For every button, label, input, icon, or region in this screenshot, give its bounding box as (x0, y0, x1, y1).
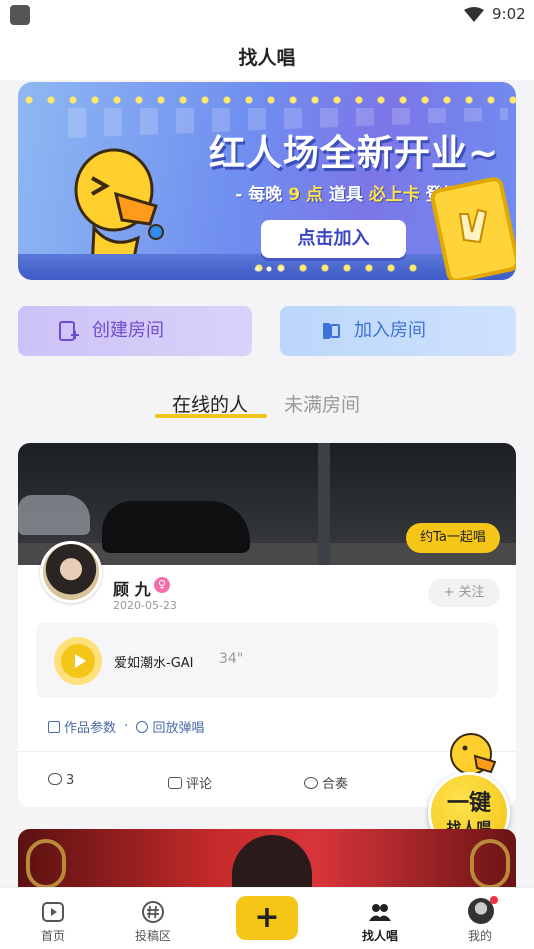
play-button[interactable] (54, 637, 102, 685)
play-icon (42, 902, 64, 922)
comment-button[interactable]: 评论 (168, 773, 212, 792)
song-duration: 34" (219, 651, 244, 667)
nav-submissions-label: 投稿区 (134, 929, 171, 943)
banner-lights (18, 92, 516, 108)
nav-profile[interactable]: 我的 (440, 888, 520, 949)
quick-find-line1: 一键 (446, 791, 491, 816)
status-time: 9:02 (492, 5, 526, 23)
song-title: 爱如潮水-GAI (114, 656, 194, 671)
bottom-nav: 首页 投稿区 + 找人唱 我的 (0, 887, 534, 949)
notification-dot (490, 896, 498, 904)
piano-icon (48, 720, 60, 733)
user-name: 顾 九 (113, 580, 151, 599)
app-notification-icon (10, 5, 30, 25)
meta-row: 作品参数 · 回放弹唱 (48, 717, 204, 736)
banner-subtitle-time: 9 点 (288, 185, 323, 205)
card-cover-photo (232, 835, 312, 889)
play-icon (75, 654, 86, 668)
join-room-label: 加入房间 (354, 320, 426, 341)
tab-active-indicator (155, 414, 267, 418)
header: 找人唱 (0, 30, 534, 80)
user-card[interactable]: 约Ta一起唱 顾 九 ♀ 2020-05-23 + 关注 爱如潮水-GAI 34… (18, 443, 516, 807)
like-count: 3 (66, 773, 75, 788)
plus-icon: + (254, 900, 280, 935)
post-date: 2020-05-23 (113, 599, 177, 612)
banner-subtitle-highlight: 必上卡 (368, 185, 420, 205)
page-title: 找人唱 (238, 47, 296, 69)
comment-icon (168, 777, 182, 789)
create-room-label: 创建房间 (92, 320, 164, 341)
create-room-button[interactable]: 创建房间 (18, 306, 252, 356)
join-room-icon (323, 323, 340, 339)
duck-mascot-icon (450, 733, 497, 775)
like-icon (48, 773, 62, 785)
duet-label: 合奏 (322, 777, 349, 792)
like-button[interactable]: 3 (48, 773, 74, 788)
join-room-button[interactable]: 加入房间 (280, 306, 516, 356)
nav-submissions[interactable]: 投稿区 (113, 888, 193, 949)
replay-icon (136, 720, 149, 733)
tab-bar: 在线的人 未满房间 (0, 384, 534, 424)
banner-subtitle-part: 道具 (322, 185, 369, 205)
replay-link[interactable]: 回放弹唱 (152, 717, 204, 736)
hashtag-icon (142, 901, 164, 923)
nav-find-singer-label: 找人唱 (361, 929, 398, 943)
work-params-link[interactable]: 作品参数 (64, 717, 116, 736)
nav-profile-label: 我的 (467, 929, 492, 943)
tab-open-rooms[interactable]: 未满房间 (284, 390, 360, 417)
nav-home-label: 首页 (40, 929, 65, 943)
duet-button[interactable]: 合奏 (304, 773, 348, 792)
banner-headline: 红人场全新开业~ (208, 133, 500, 174)
tab-online-people[interactable]: 在线的人 (172, 390, 248, 417)
people-icon (369, 904, 391, 921)
comment-label: 评论 (186, 777, 213, 792)
duet-icon (304, 777, 318, 789)
follow-button[interactable]: + 关注 (428, 579, 500, 607)
banner-join-button[interactable]: 点击加入 (261, 220, 406, 258)
nav-home[interactable]: 首页 (13, 888, 93, 949)
song-item[interactable]: 爱如潮水-GAI 34" (36, 623, 498, 698)
banner-pagination (254, 266, 284, 272)
status-bar: 9:02 (0, 0, 534, 30)
meta-separator: · (124, 719, 129, 734)
ornament-right (470, 839, 510, 889)
user-card-next[interactable] (18, 829, 516, 889)
promo-banner[interactable]: 红人场全新开业~ - 每晚 9 点 道具 必上卡 登场 - 点击加入 (18, 82, 516, 280)
nav-find-singer[interactable]: 找人唱 (340, 888, 420, 949)
invite-sing-button[interactable]: 约Ta一起唱 (406, 523, 500, 553)
create-room-icon (59, 321, 79, 341)
female-icon: ♀ (154, 577, 170, 593)
banner-subtitle-part: - 每晚 (235, 185, 289, 205)
divider (18, 751, 516, 752)
ornament-left (26, 839, 66, 889)
avatar[interactable] (40, 541, 102, 603)
nav-add-button[interactable]: + (236, 896, 298, 940)
wifi-icon (464, 7, 484, 22)
victory-card-icon (430, 177, 516, 280)
